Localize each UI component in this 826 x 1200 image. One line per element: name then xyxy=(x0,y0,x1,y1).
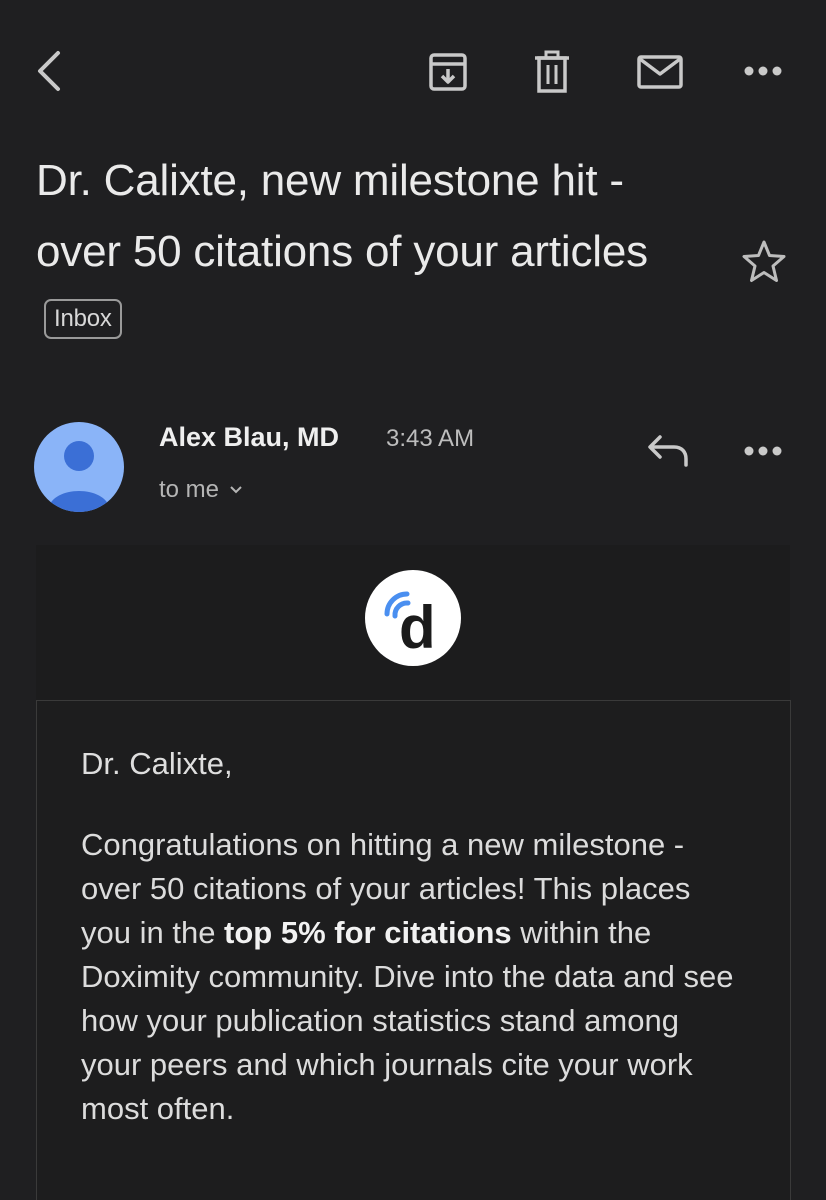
archive-icon xyxy=(429,53,467,91)
star-button[interactable] xyxy=(740,238,788,291)
more-horizontal-icon xyxy=(744,66,782,76)
subject-text: Dr. Calixte, new milestone hit - over 50… xyxy=(36,156,648,276)
email-view: Dr. Calixte, new milestone hit - over 50… xyxy=(0,0,826,1200)
doximity-logo: d xyxy=(365,570,461,666)
sender-avatar[interactable] xyxy=(34,422,124,512)
top-toolbar xyxy=(0,0,826,140)
sent-time: 3:43 AM xyxy=(386,425,475,452)
chevron-down-icon xyxy=(230,486,242,494)
email-subject: Dr. Calixte, new milestone hit - over 50… xyxy=(36,145,716,358)
more-options-button[interactable] xyxy=(740,56,786,86)
doximity-logo-icon: d xyxy=(384,591,436,661)
mail-icon xyxy=(637,55,683,89)
message-paragraph: Congratulations on hitting a new milesto… xyxy=(81,823,741,1131)
mark-unread-button[interactable] xyxy=(632,48,688,96)
inbox-label-badge[interactable]: Inbox xyxy=(44,299,122,340)
recipient-toggle[interactable]: to me xyxy=(159,476,243,504)
trash-icon xyxy=(535,50,569,93)
more-horizontal-icon xyxy=(744,446,782,456)
back-button[interactable] xyxy=(24,46,74,96)
message-more-button[interactable] xyxy=(740,436,786,466)
greeting-text: Dr. Calixte, xyxy=(81,746,233,781)
paragraph-bold: top 5% for citations xyxy=(224,915,512,950)
person-icon xyxy=(48,441,110,512)
star-icon xyxy=(742,240,786,282)
delete-button[interactable] xyxy=(528,46,576,98)
archive-button[interactable] xyxy=(422,46,474,98)
chevron-left-icon xyxy=(38,51,60,91)
sender-name[interactable]: Alex Blau, MD xyxy=(159,422,339,453)
reply-icon xyxy=(648,435,688,467)
recipient-label: to me xyxy=(159,476,220,503)
svg-text:d: d xyxy=(399,594,436,661)
reply-button[interactable] xyxy=(644,430,692,470)
